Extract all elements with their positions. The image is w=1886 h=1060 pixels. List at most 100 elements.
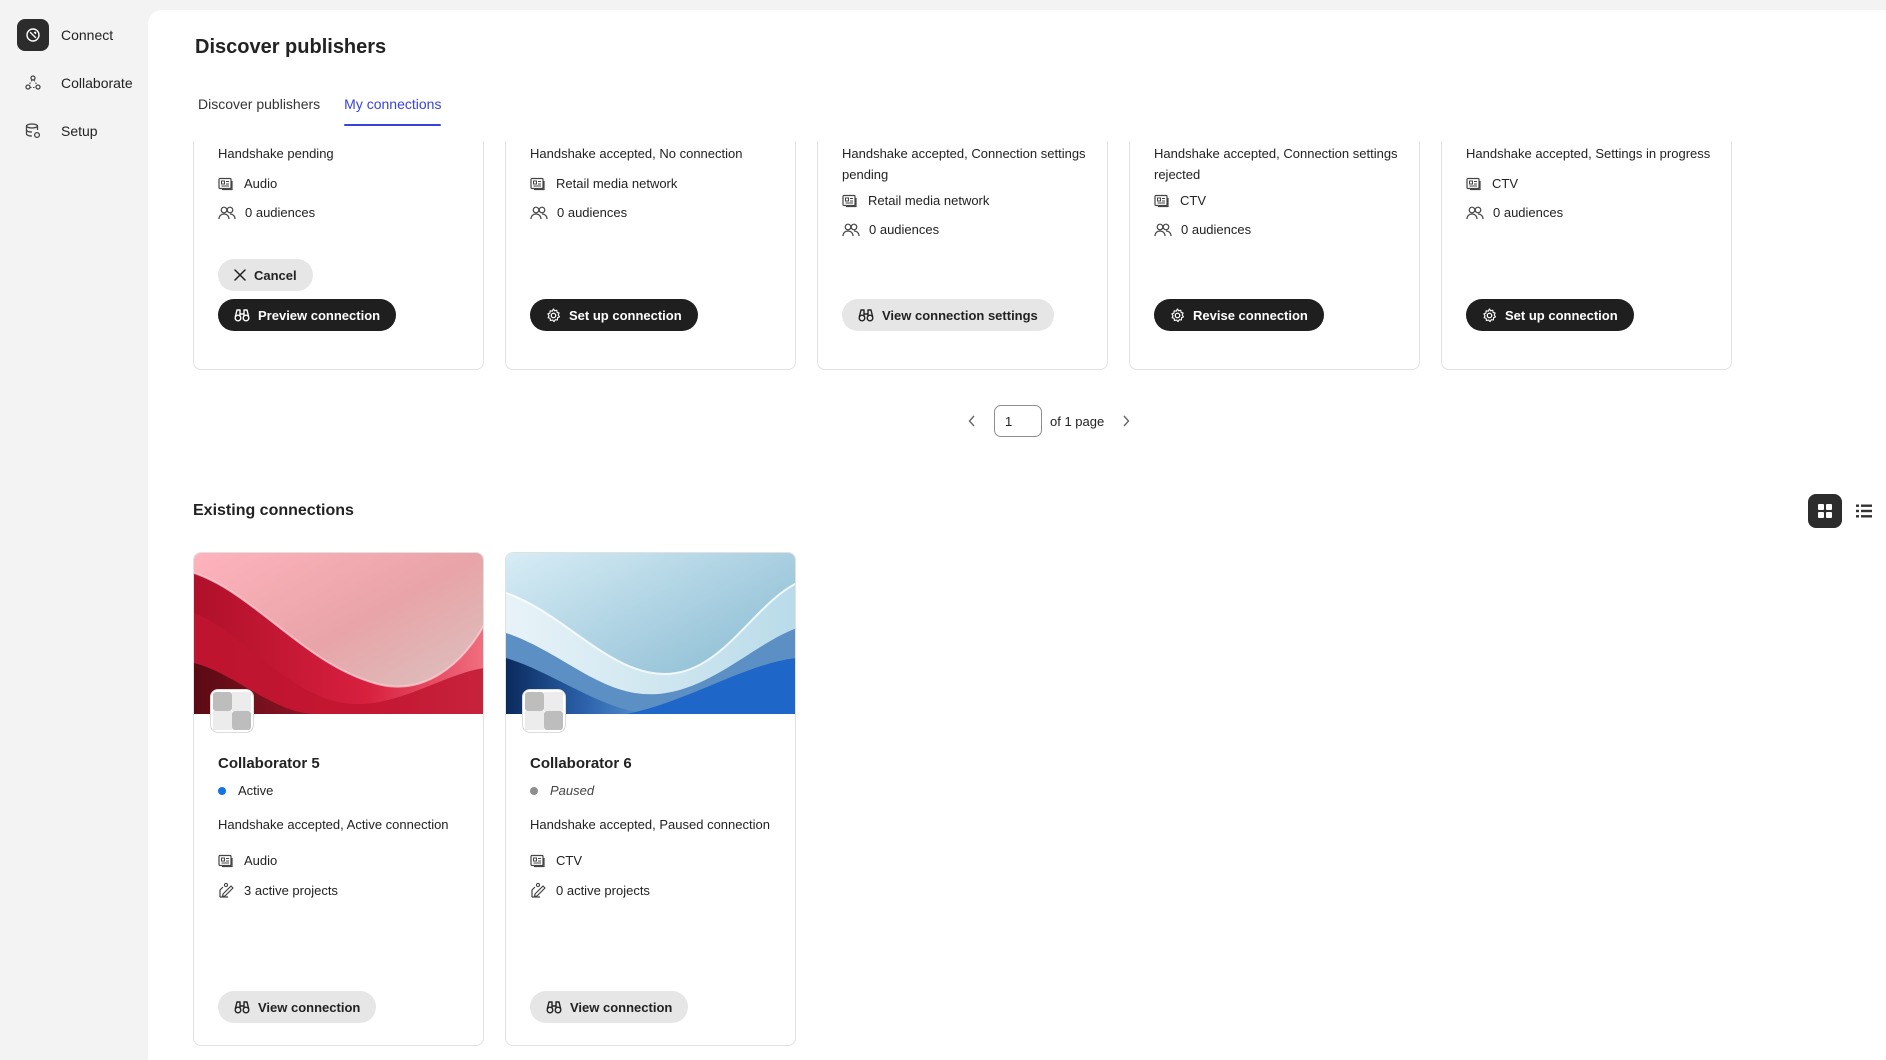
gear-icon	[1171, 307, 1185, 322]
collaborate-icon	[17, 67, 49, 99]
projects-icon	[219, 882, 234, 898]
revise-connection-label: Revise connection	[1193, 307, 1308, 323]
section-title: Existing connections	[193, 502, 354, 519]
view-connection-settings-label: View connection settings	[882, 307, 1038, 323]
tab-list: Discover publishers My connections	[198, 92, 465, 126]
status-dot	[530, 786, 538, 795]
sidebar-item-label: Connect	[61, 27, 114, 43]
connection-card: Handshake accepted, No connection Retail…	[505, 141, 796, 370]
media-type-icon	[530, 177, 545, 190]
view-connection-settings-button[interactable]: View connection settings	[842, 299, 1054, 331]
media-type-label: CTV	[1180, 193, 1206, 208]
view-connection-button[interactable]: View connection	[218, 991, 377, 1023]
media-type-icon	[530, 854, 545, 867]
sidebar-item-label: Collaborate	[61, 75, 133, 91]
view-connection-label: View connection	[258, 999, 361, 1015]
collaborator-name: Collaborator 6	[530, 755, 632, 772]
close-icon	[234, 269, 246, 281]
audience-count: 0 audiences	[218, 205, 315, 220]
media-type-icon	[1154, 194, 1169, 207]
project-count-label: 0 active projects	[556, 883, 650, 898]
page-count-label: of 1 page	[1050, 413, 1105, 429]
list-icon	[1856, 504, 1872, 518]
media-type: CTV	[1466, 176, 1518, 191]
setup-icon	[17, 115, 49, 147]
next-page-button[interactable]	[1116, 411, 1136, 431]
collaborator-logo	[210, 689, 254, 733]
grid-icon	[1818, 504, 1832, 518]
media-type-icon	[842, 194, 857, 207]
tab-discover-publishers[interactable]: Discover publishers	[198, 92, 320, 126]
sidebar: Connect Collaborate Setup	[0, 0, 148, 1060]
projects-icon	[531, 882, 546, 898]
media-type-icon	[218, 854, 233, 867]
audience-count-label: 0 audiences	[245, 205, 316, 220]
status-dot	[218, 786, 226, 795]
audience-icon	[1466, 206, 1484, 219]
page-title: Discover publishers	[195, 36, 387, 58]
revise-connection-button[interactable]: Revise connection	[1154, 299, 1324, 331]
main-panel: Discover publishers Discover publishers …	[148, 10, 1886, 1060]
audience-count-label: 0 audiences	[1493, 205, 1564, 220]
collaborator-logo	[522, 689, 566, 733]
gear-icon	[547, 307, 561, 322]
media-type-icon	[218, 177, 233, 190]
cancel-button-label: Cancel	[254, 267, 297, 283]
status-label: Active	[238, 783, 274, 798]
media-type: Audio	[218, 853, 277, 868]
grid-view-button[interactable]	[1808, 494, 1842, 528]
cancel-button[interactable]: Cancel	[218, 259, 313, 291]
connection-card: Handshake accepted, Settings in progress…	[1441, 141, 1732, 370]
pending-connections-grid: Handshake pending Audio 0 audiences Canc…	[148, 141, 1886, 391]
list-view-button[interactable]	[1847, 494, 1881, 528]
view-connection-label: View connection	[570, 999, 673, 1015]
set-up-connection-button[interactable]: Set up connection	[530, 299, 698, 331]
media-type-label: CTV	[556, 853, 582, 868]
handshake-status: Handshake accepted, Settings in progress	[1466, 146, 1711, 161]
connection-card: Handshake accepted, Connection settings …	[817, 141, 1108, 370]
project-count-label: 3 active projects	[244, 883, 338, 898]
chevron-right-icon	[1123, 415, 1130, 427]
preview-connection-label: Preview connection	[258, 307, 381, 323]
binoculars-icon	[546, 1001, 562, 1014]
audience-icon	[530, 206, 548, 219]
set-up-connection-label: Set up connection	[1505, 307, 1618, 323]
media-type: Audio	[218, 176, 277, 191]
status-label: Paused	[550, 783, 595, 798]
handshake-status: Handshake accepted, Connection settings …	[842, 146, 1086, 182]
audience-count-label: 0 audiences	[1181, 222, 1252, 237]
project-count: 0 active projects	[530, 882, 650, 899]
media-type: Retail media network	[530, 176, 677, 191]
sidebar-item-setup[interactable]: Setup	[17, 114, 98, 148]
set-up-connection-label: Set up connection	[569, 307, 682, 323]
handshake-status: Handshake accepted, Active connection	[218, 817, 449, 832]
connection-status: Paused	[530, 783, 594, 798]
media-type: CTV	[530, 853, 582, 868]
existing-connection-card[interactable]: Collaborator 5 Active Handshake accepted…	[193, 552, 484, 1046]
collaborator-name: Collaborator 5	[218, 755, 320, 772]
handshake-status: Handshake accepted, No connection	[530, 146, 743, 161]
preview-connection-button[interactable]: Preview connection	[218, 299, 397, 331]
previous-page-button[interactable]	[962, 411, 982, 431]
media-type: Retail media network	[842, 193, 989, 208]
sidebar-item-label: Setup	[61, 123, 98, 139]
audience-icon	[218, 206, 236, 219]
page-number-input[interactable]: 1	[994, 405, 1042, 437]
audience-icon	[1154, 223, 1172, 236]
handshake-status: Handshake pending	[218, 146, 334, 161]
sidebar-item-connect[interactable]: Connect	[17, 18, 113, 52]
tab-my-connections[interactable]: My connections	[344, 92, 442, 126]
audience-icon	[842, 223, 860, 236]
pagination: 1 of 1 page	[962, 405, 1136, 437]
connection-status: Active	[218, 783, 273, 798]
media-type-icon	[1466, 177, 1481, 190]
handshake-status: Handshake accepted, Paused connection	[530, 817, 770, 832]
handshake-status: Handshake accepted, Connection settings …	[1154, 146, 1398, 182]
view-connection-button[interactable]: View connection	[530, 991, 689, 1023]
audience-count: 0 audiences	[1154, 222, 1251, 237]
media-type-label: CTV	[1492, 176, 1518, 191]
existing-connection-card[interactable]: Collaborator 6 Paused Handshake accepted…	[505, 552, 796, 1046]
binoculars-icon	[234, 309, 250, 322]
sidebar-item-collaborate[interactable]: Collaborate	[17, 66, 133, 100]
set-up-connection-button[interactable]: Set up connection	[1466, 299, 1634, 331]
